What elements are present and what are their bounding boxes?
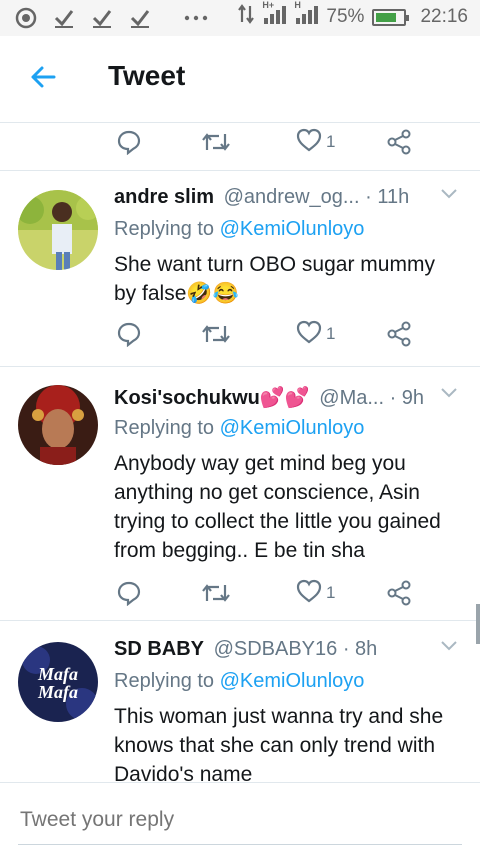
tweet-actions: 1 bbox=[0, 314, 480, 354]
share-icon[interactable] bbox=[386, 122, 412, 162]
notification-icons bbox=[14, 6, 208, 30]
clock: 22:16 bbox=[420, 6, 468, 27]
reply-icon[interactable] bbox=[116, 122, 142, 162]
tweet-text: She want turn OBO sugar mummy by false🤣😂 bbox=[114, 253, 435, 305]
page-title: Tweet bbox=[108, 60, 186, 91]
divider bbox=[0, 620, 480, 621]
heart-icon bbox=[296, 320, 322, 349]
avatar[interactable]: Mafa Mafa bbox=[18, 642, 98, 722]
replying-to: Replying to @KemiOlunloyo bbox=[114, 417, 365, 439]
check-icon bbox=[90, 6, 114, 30]
reply-input[interactable] bbox=[18, 807, 442, 833]
handle-and-time: @andrew_og... · 11h bbox=[223, 186, 410, 208]
system-status: H+ H 75% 22:16 bbox=[238, 0, 468, 30]
heart-icon bbox=[296, 579, 322, 608]
data-transfer-icon bbox=[238, 4, 255, 30]
chevron-down-icon[interactable] bbox=[440, 387, 458, 399]
aperture-icon bbox=[14, 6, 38, 30]
like-count: 1 bbox=[326, 132, 336, 151]
tweet-header: SD BABY @SDBABY16 · 8h bbox=[114, 638, 430, 661]
reply-tweet[interactable]: Kosi'sochukwu💕💕 @Ma... · 9h Replying to … bbox=[0, 385, 480, 620]
input-underline bbox=[18, 844, 462, 845]
tweet-actions: 1 bbox=[0, 573, 480, 613]
handle-and-time: @Ma... · 9h bbox=[319, 387, 425, 409]
like-button[interactable]: 1 bbox=[296, 122, 335, 162]
chevron-down-icon[interactable] bbox=[440, 640, 458, 652]
tweet-header: andre slim @andrew_og... · 11h bbox=[114, 186, 430, 209]
avatar[interactable] bbox=[18, 385, 98, 465]
share-icon[interactable] bbox=[386, 573, 412, 613]
signal-strength-icon: H+ bbox=[262, 0, 287, 30]
chevron-down-icon[interactable] bbox=[440, 188, 458, 200]
like-count: 1 bbox=[326, 583, 336, 602]
status-bar: H+ H 75% 22:16 bbox=[0, 0, 480, 36]
retweet-icon[interactable] bbox=[201, 314, 231, 354]
check-icon bbox=[52, 6, 76, 30]
tweet-actions: 1 bbox=[0, 122, 480, 162]
avatar-text: Mafa bbox=[37, 664, 78, 684]
display-name[interactable]: Kosi'sochukwu💕💕 bbox=[114, 387, 310, 409]
reply-tweet[interactable]: Mafa Mafa SD BABY @SDBABY16 · 8h Replyin… bbox=[0, 638, 480, 782]
replying-to-link[interactable]: @KemiOlunloyo bbox=[220, 417, 365, 439]
avatar-text: Mafa bbox=[37, 682, 78, 702]
share-icon[interactable] bbox=[386, 314, 412, 354]
reply-icon[interactable] bbox=[116, 314, 142, 354]
replying-to-link[interactable]: @KemiOlunloyo bbox=[220, 670, 365, 692]
battery-percent: 75% bbox=[326, 6, 365, 27]
tweet-text: This woman just wanna try and she knows … bbox=[114, 705, 444, 782]
tweet-header: Kosi'sochukwu💕💕 @Ma... · 9h bbox=[114, 385, 430, 410]
reply-composer bbox=[0, 782, 480, 855]
top-app-bar: Tweet bbox=[0, 36, 480, 123]
display-name[interactable]: andre slim bbox=[114, 186, 214, 208]
heart-icon bbox=[296, 128, 322, 157]
display-name[interactable]: SD BABY bbox=[114, 638, 204, 660]
retweet-icon[interactable] bbox=[201, 122, 231, 162]
signal-strength-icon: H bbox=[294, 0, 319, 30]
scrollbar[interactable] bbox=[476, 604, 480, 644]
replying-to: Replying to @KemiOlunloyo bbox=[114, 218, 365, 240]
avatar[interactable] bbox=[18, 190, 98, 270]
more-notifications-icon bbox=[184, 6, 208, 30]
back-arrow-icon[interactable] bbox=[28, 62, 58, 92]
replying-to-link[interactable]: @KemiOlunloyo bbox=[220, 218, 365, 240]
handle-and-time: @SDBABY16 · 8h bbox=[213, 638, 378, 660]
like-button[interactable]: 1 bbox=[296, 314, 335, 354]
reply-icon[interactable] bbox=[116, 573, 142, 613]
like-button[interactable]: 1 bbox=[296, 573, 335, 613]
like-count: 1 bbox=[326, 324, 336, 343]
divider bbox=[0, 170, 480, 171]
divider bbox=[0, 366, 480, 367]
reply-tweet[interactable]: andre slim @andrew_og... · 11h Replying … bbox=[0, 186, 480, 366]
retweet-icon[interactable] bbox=[201, 573, 231, 613]
check-icon bbox=[128, 6, 152, 30]
replying-to: Replying to @KemiOlunloyo bbox=[114, 670, 365, 692]
tweet-text: Anybody way get mind beg you anything no… bbox=[114, 452, 441, 562]
battery-icon bbox=[372, 8, 410, 26]
